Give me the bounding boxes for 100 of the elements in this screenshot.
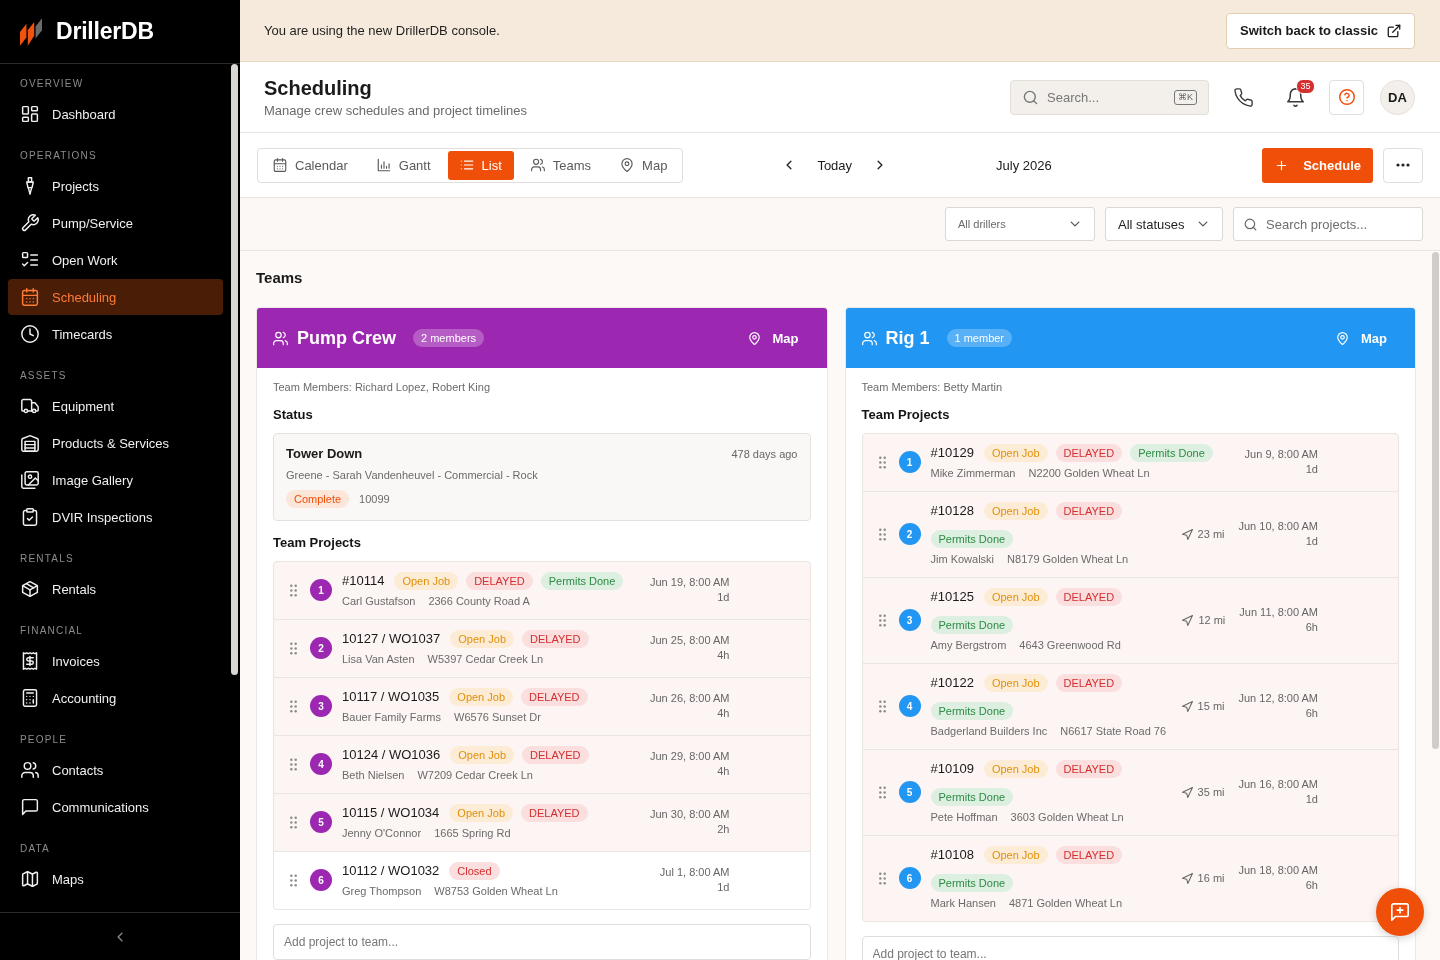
today-button[interactable]: Today [803,150,867,180]
view-tab[interactable]: Calendar [261,150,360,180]
scrollbar-thumb[interactable] [231,64,238,675]
project-duration: 6h [1304,620,1318,635]
project-search-field[interactable]: Search projects... [1233,207,1423,241]
sidebar-item[interactable]: Pump/Service [8,205,223,241]
sidebar-item[interactable]: Communications [8,789,223,825]
add-project-field[interactable]: Add project to team... [861,936,1399,960]
switch-classic-button[interactable]: Switch back to classic [1226,12,1415,49]
drag-handle-icon[interactable] [290,583,297,597]
sidebar-item[interactable]: Equipment [8,388,223,424]
drag-handle-icon[interactable] [878,613,886,627]
status-tag: Complete [286,490,350,508]
view-tab[interactable]: List [447,150,514,180]
sidebar-item[interactable]: Maps [8,861,223,897]
sidebar-item[interactable]: Scheduling [8,279,223,315]
project-row[interactable]: 3 10117 / WO1035 Open Job DELAYED Bauer Family Farms W6576 Sunset Dr Jun 26, 8:00 AM 4h [274,678,810,735]
status-tag: DELAYED [1055,846,1123,864]
sidebar-item[interactable]: Timecards [8,316,223,352]
project-row[interactable]: 2 10127 / WO1037 Open Job DELAYED Lisa Van Asten W5397 Cedar Creek Ln Jun 25, 8:00 AM 4h [274,620,810,677]
project-row[interactable]: 4 #10122 Open Job DELAYED Permits Done Badgerland Builders Inc N6617 State Road 76 15 mi Jun 12, 8:00 AM 6h [862,664,1398,749]
sidebar-item[interactable]: Image Gallery [8,462,223,498]
sidebar-item[interactable]: Accounting [8,680,223,716]
section-heading: FINANCIAL [19,623,85,638]
project-row[interactable]: 5 #10109 Open Job DELAYED Permits Done Pete Hoffman 3603 Golden Wheat Ln 35 mi Jun 16, 8:00 AM 1d [862,750,1398,835]
project-address: N6617 State Road 76 [1060,724,1167,738]
project-date: Jun 9, 8:00 AM [1244,447,1318,462]
project-row[interactable]: 1 #10129 Open Job DELAYED Permits Done Mike Zimmerman N2200 Golden Wheat Ln Jun 9, 8:00 AM 1d [862,434,1398,491]
status-tag: Permits Done [930,874,1014,892]
drag-handle-icon[interactable] [290,815,297,829]
view-tab[interactable]: Gantt [364,150,443,180]
status-tag: Open Job [983,588,1048,606]
status-tag: Permits Done [1130,444,1213,462]
project-row[interactable]: 2 #10128 Open Job DELAYED Permits Done Jim Kowalski N8179 Golden Wheat Ln 23 mi Jun 10, 8:00 AM 1d [862,492,1398,577]
section-heading: OVERVIEW [19,76,85,91]
user-avatar[interactable]: DA [1380,79,1415,115]
sidebar-item[interactable]: Invoices [8,643,223,679]
driller-filter[interactable]: All drillers [945,207,1095,241]
dashboard-grid-icon [21,105,39,123]
project-row[interactable]: 1 #10114 Open Job DELAYED Permits Done Carl Gustafson 2366 County Road A Jun 19, 8:00 AM 1d [274,562,810,619]
truck-icon [21,397,39,415]
sidebar-item[interactable]: Contacts [8,752,223,788]
status-filter[interactable]: All statuses [1105,207,1223,241]
help-button[interactable] [1329,79,1364,115]
drag-handle-icon[interactable] [290,641,297,655]
search-icon [1244,218,1257,231]
status-tag: Open Job [983,760,1048,778]
map-button[interactable]: Map [747,324,799,352]
sidebar-item[interactable]: Open Work [8,242,223,278]
map-pin-icon [620,158,635,172]
scrollbar-thumb[interactable] [1432,252,1439,749]
sidebar-item[interactable]: DVIR Inspections [8,499,223,535]
more-button[interactable] [1383,147,1423,183]
drag-handle-icon[interactable] [878,699,886,713]
sequence-number: 5 [310,811,332,833]
section-heading: PEOPLE [19,732,69,747]
sequence-number: 6 [898,867,921,889]
schedule-button[interactable]: Schedule [1262,147,1373,183]
sidebar-item[interactable]: Dashboard [8,96,223,132]
status-tag: DELAYED [521,688,588,706]
project-id: 10127 / WO1037 [342,630,441,648]
view-tab[interactable]: Map [608,150,680,180]
project-duration: 1d [716,590,730,605]
drag-handle-icon[interactable] [878,871,886,885]
drag-handle-icon[interactable] [290,699,297,713]
project-row[interactable]: 3 #10125 Open Job DELAYED Permits Done Amy Bergstrom 4643 Greenwood Rd 12 mi Jun 11, 8:00 AM 6h [862,578,1398,663]
project-row[interactable]: 4 10124 / WO1036 Open Job DELAYED Beth Nielsen W7209 Cedar Creek Ln Jun 29, 8:00 AM 4h [274,736,810,793]
sidebar-item[interactable]: Products & Services [8,425,223,461]
drag-handle-icon[interactable] [878,455,886,469]
distance-text: 23 mi [1197,528,1225,540]
sidebar-item[interactable]: Rentals [8,571,223,607]
status-tag: Permits Done [930,616,1014,634]
drag-handle-icon[interactable] [878,785,886,799]
project-date: Jun 29, 8:00 AM [650,749,730,764]
project-row[interactable]: 6 #10108 Open Job DELAYED Permits Done Mark Hansen 4871 Golden Wheat Ln 16 mi Jun 18, 8:00 AM 6h [862,836,1398,921]
project-id: 10112 / WO1032 [342,862,440,880]
sequence-number: 4 [898,695,921,717]
project-date: Jun 11, 8:00 AM [1239,605,1318,620]
project-row[interactable]: 5 10115 / WO1034 Open Job DELAYED Jenny O'Connor 1665 Spring Rd Jun 30, 8:00 AM 2h [274,794,810,851]
sidebar-item[interactable]: Projects [8,168,223,204]
drag-handle-icon[interactable] [290,873,297,887]
drag-handle-icon[interactable] [290,757,297,771]
view-tab[interactable]: Teams [518,150,604,180]
status-tag: DELAYED [1055,760,1123,778]
status-tag: Open Job [983,674,1048,692]
status-tag: DELAYED [522,630,589,648]
sequence-number: 4 [310,753,332,775]
drag-handle-icon[interactable] [878,527,886,541]
status-tag: DELAYED [1055,674,1123,692]
page-title: Scheduling [264,75,373,100]
status-tag: DELAYED [1055,444,1123,462]
project-address: 2366 County Road A [428,594,530,608]
notifications-button[interactable]: 35 [1277,79,1313,115]
add-project-field[interactable]: Add project to team... [273,924,811,960]
project-duration: 1d [1304,534,1318,549]
distance-text: 35 mi [1197,786,1225,798]
map-pin-icon [747,331,761,345]
project-duration: 4h [716,706,730,721]
project-row[interactable]: 6 10112 / WO1032 Closed Greg Thompson W8753 Golden Wheat Ln Jul 1, 8:00 AM 1d [274,852,810,909]
project-duration: 4h [716,764,730,779]
